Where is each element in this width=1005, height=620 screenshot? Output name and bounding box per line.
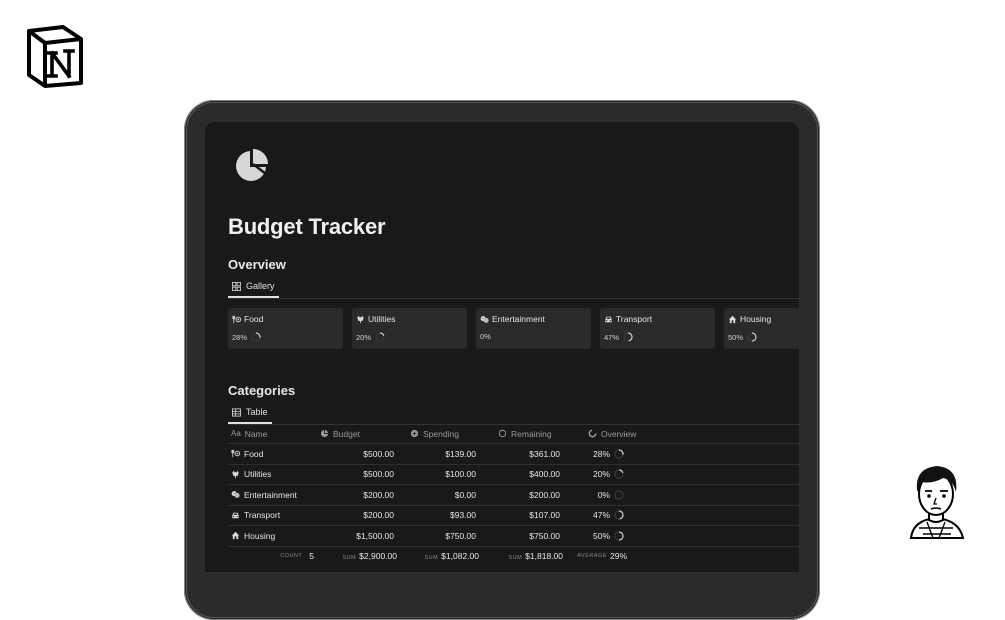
house-icon: [231, 531, 240, 540]
categories-table: Aa Name Budget Spending Remaining Overvie…: [228, 424, 799, 566]
pie-chart-icon: [236, 149, 268, 181]
notion-page: Budget Tracker Overview Gallery Food 28%…: [205, 122, 799, 572]
progress-arc: [379, 332, 385, 337]
table-row[interactable]: Food $500.00 $139.00 $361.00 28%: [228, 444, 799, 465]
progress-ring: [747, 332, 757, 342]
table-header: Aa Name Budget Spending Remaining Overvie…: [228, 424, 799, 444]
column-header-remaining[interactable]: Remaining: [492, 429, 582, 439]
page-title: Budget Tracker: [228, 214, 386, 239]
progress-ring: [614, 449, 624, 459]
table-row[interactable]: Entertainment $200.00 $0.00 $200.00 0%: [228, 485, 799, 506]
gallery-grid-icon: [232, 281, 241, 291]
table-row[interactable]: Housing $1,500.00 $750.00 $750.00 50%: [228, 526, 799, 547]
categories-heading: Categories: [228, 383, 296, 398]
gallery-card-utilities[interactable]: Utilities 20%: [352, 308, 467, 349]
rollup-icon: [410, 429, 419, 438]
progress-ring: [614, 469, 624, 479]
progress-ring: [614, 531, 624, 541]
card-percent: 50%: [728, 332, 744, 342]
card-name: Housing: [740, 314, 772, 324]
progress-ring: [375, 332, 385, 342]
column-header-budget[interactable]: Budget: [314, 429, 404, 439]
column-header-name[interactable]: Aa Name: [228, 429, 314, 439]
card-percent: 0%: [480, 332, 491, 341]
footer-count[interactable]: COUNT 5: [228, 551, 317, 561]
footer-remaining-sum[interactable]: SUM $1,818.00: [483, 551, 567, 561]
card-name: Entertainment: [492, 314, 545, 324]
table-footer: COUNT 5 SUM $2,900.00 SUM $1,082.00 SUM $1,8…: [228, 547, 799, 566]
house-icon: [728, 315, 737, 324]
theater-masks-icon: [231, 490, 240, 499]
progress-ring: [251, 332, 261, 342]
fork-knife-icon: [232, 315, 241, 324]
car-icon: [231, 511, 240, 520]
gallery-card-housing[interactable]: Housing 50%: [724, 308, 799, 349]
footer-spending-sum[interactable]: SUM $1,082.00: [401, 551, 483, 561]
formula-icon: [320, 429, 329, 438]
progress-icon: [588, 429, 597, 438]
overview-heading: Overview: [228, 257, 286, 272]
car-icon: [604, 315, 613, 324]
table-row[interactable]: Transport $200.00 $93.00 $107.00 47%: [228, 506, 799, 526]
gallery-card-entertainment[interactable]: Entertainment 0%: [476, 308, 591, 349]
card-percent: 20%: [356, 332, 372, 342]
gallery-card-food[interactable]: Food 28%: [228, 308, 343, 349]
card-name: Food: [244, 314, 264, 324]
fork-knife-icon: [231, 449, 240, 458]
card-percent: 47%: [604, 332, 620, 342]
column-header-spending[interactable]: Spending: [404, 429, 492, 439]
card-name: Utilities: [368, 314, 396, 324]
footer-overview-average[interactable]: AVERAGE 29%: [567, 551, 647, 561]
footer-budget-sum[interactable]: SUM $2,900.00: [317, 551, 401, 561]
plug-icon: [231, 470, 240, 479]
gallery-card-transport[interactable]: Transport 47%: [600, 308, 715, 349]
progress-ring: [614, 490, 624, 500]
text-property-icon: Aa: [231, 429, 241, 438]
card-percent: 28%: [232, 332, 248, 342]
gallery-cards: Food 28% Utilities 20% Entertainment 0% …: [228, 308, 799, 349]
circle-icon: [498, 429, 507, 438]
column-header-overview[interactable]: Overview: [582, 429, 668, 439]
cartoon-avatar: [909, 466, 965, 539]
progress-ring: [614, 510, 624, 520]
progress-arc: [618, 469, 624, 474]
theater-masks-icon: [480, 315, 489, 324]
notion-logo: [27, 25, 83, 88]
tab-table-label: Table: [246, 407, 268, 417]
plug-icon: [356, 315, 365, 324]
progress-ring: [623, 332, 633, 342]
tab-gallery-label: Gallery: [246, 281, 275, 291]
table-row[interactable]: Utilities $500.00 $100.00 $400.00 20%: [228, 465, 799, 485]
tab-table[interactable]: Table: [228, 401, 272, 424]
table-icon: [232, 407, 241, 417]
tab-gallery[interactable]: Gallery: [228, 275, 279, 298]
card-name: Transport: [616, 314, 653, 324]
